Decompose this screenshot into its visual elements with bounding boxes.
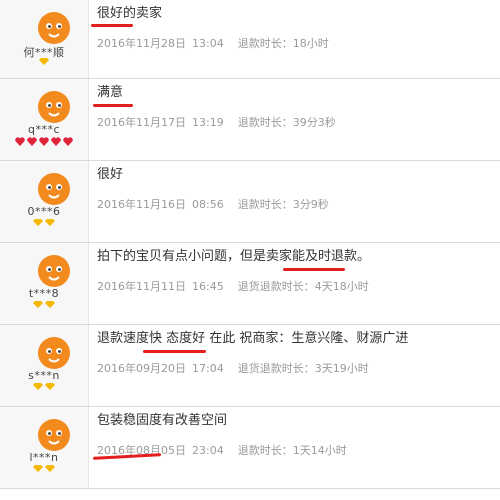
- review-meta: 2016年11月28日 13:04 退款时长：18小时: [97, 35, 500, 51]
- review-comment: 拍下的宝贝有点小问题，但是卖家能及时退款。: [97, 249, 371, 264]
- review-time: 23:04: [192, 444, 224, 457]
- review-content: 满意 2016年11月17日 13:19 退款时长：39分3秒: [97, 84, 500, 130]
- avatar-icon: [38, 91, 70, 123]
- highlight-underline: [93, 104, 133, 107]
- refund-duration: 1天14小时: [292, 444, 347, 457]
- highlight-underline: [283, 268, 345, 271]
- review-content: 很好 2016年11月16日 08:56 退款时长：3分9秒: [97, 166, 500, 212]
- review-date-text: 2016年11月28日: [97, 37, 186, 50]
- reviewer-name: s***n: [28, 369, 60, 382]
- review-item: s***n 退款速度快 态度好 在此 祝商家：生意兴隆、财源广进 2016年09…: [0, 325, 500, 407]
- refund-label: 退款时长：: [237, 116, 293, 129]
- refund-duration: 3分9秒: [292, 198, 329, 211]
- avatar-icon: [38, 337, 70, 369]
- reviewer-name: 0***6: [27, 205, 61, 218]
- red-heart-icon: [15, 137, 25, 146]
- refund-label: 退货退款时长：: [237, 362, 315, 375]
- refund-label: 退货退款时长：: [237, 280, 315, 293]
- reviewer-name: q***c: [27, 123, 61, 136]
- refund-label: 退款时长：: [237, 444, 293, 457]
- reviewer-badges: [0, 137, 88, 146]
- review-item: t***8 拍下的宝贝有点小问题，但是卖家能及时退款。 2016年11月11日 1…: [0, 243, 500, 325]
- review-meta: 2016年11月17日 13:19 退款时长：39分3秒: [97, 114, 500, 130]
- review-item: l***n 包装稳固度有改善空间 2016年08月05日 23:04 退款时长：1天…: [0, 407, 500, 489]
- review-meta: 2016年09月20日 17:04 退货退款时长：3天19小时: [97, 360, 500, 376]
- reviewer-badges: [0, 383, 88, 390]
- review-time: 13:19: [192, 116, 224, 129]
- review-date-text: 2016年11月17日: [97, 116, 186, 129]
- reviewer-name: l***n: [29, 451, 59, 464]
- reviewer-badges: [0, 465, 88, 472]
- review-date: 2016年11月17日 13:19: [97, 114, 224, 130]
- reviewer-panel: s***n: [0, 325, 89, 406]
- highlight-underline: [143, 350, 206, 353]
- yellow-diamond-icon: [33, 465, 43, 472]
- review-time: 13:04: [192, 37, 224, 50]
- review-meta: 2016年11月16日 08:56 退款时长：3分9秒: [97, 196, 500, 212]
- review-time: 17:04: [192, 362, 224, 375]
- reviewer-panel: 0***6: [0, 161, 89, 242]
- yellow-diamond-icon: [33, 383, 43, 390]
- yellow-diamond-icon: [45, 301, 55, 308]
- review-item: q***c 满意 2016年11月17日 13:19 退款时长：39分3秒: [0, 79, 500, 161]
- review-comment: 退款速度快 态度好 在此 祝商家：生意兴隆、财源广进: [97, 331, 409, 346]
- highlight-underline: [91, 24, 133, 27]
- review-date-text: 2016年11月16日: [97, 198, 186, 211]
- avatar-icon: [38, 255, 70, 287]
- review-meta: 2016年11月11日 16:45 退货退款时长：4天18小时: [97, 278, 500, 294]
- review-date: 2016年11月11日 16:45: [97, 278, 224, 294]
- refund-duration: 39分3秒: [292, 116, 336, 129]
- avatar-icon: [38, 173, 70, 205]
- avatar-icon: [38, 12, 70, 44]
- reviewer-panel: q***c: [0, 79, 89, 160]
- review-content: 很好的卖家 2016年11月28日 13:04 退款时长：18小时: [97, 5, 500, 51]
- review-comment: 满意: [97, 85, 124, 100]
- yellow-diamond-icon: [45, 383, 55, 390]
- reviewer-badges: [0, 58, 88, 65]
- reviewer-name: t***8: [28, 287, 60, 300]
- refund-label: 退款时长：: [237, 37, 293, 50]
- yellow-diamond-icon: [33, 301, 43, 308]
- avatar-icon: [38, 419, 70, 451]
- refund-label: 退款时长：: [237, 198, 293, 211]
- refund-duration: 18小时: [292, 37, 329, 50]
- red-heart-icon: [51, 137, 61, 146]
- review-content: 包装稳固度有改善空间 2016年08月05日 23:04 退款时长：1天14小时: [97, 412, 500, 458]
- review-time: 16:45: [192, 280, 224, 293]
- review-list: 何***顺 很好的卖家 2016年11月28日 13:04 退款时长：18小时 q*: [0, 0, 500, 500]
- reviewer-panel: 何***顺: [0, 0, 89, 78]
- yellow-diamond-icon: [33, 219, 43, 226]
- yellow-diamond-icon: [45, 465, 55, 472]
- review-content: 拍下的宝贝有点小问题，但是卖家能及时退款。 2016年11月11日 16:45 退货…: [97, 248, 500, 294]
- refund-duration: 4天18小时: [314, 280, 369, 293]
- yellow-diamond-icon: [45, 219, 55, 226]
- review-date-text: 2016年09月20日: [97, 362, 186, 375]
- review-date: 2016年11月28日 13:04: [97, 35, 224, 51]
- reviewer-panel: l***n: [0, 407, 89, 488]
- red-heart-icon: [39, 137, 49, 146]
- reviewer-panel: t***8: [0, 243, 89, 324]
- review-content: 退款速度快 态度好 在此 祝商家：生意兴隆、财源广进 2016年09月20日 17…: [97, 330, 500, 376]
- review-item: 0***6 很好 2016年11月16日 08:56 退款时长：3分9秒: [0, 161, 500, 243]
- review-time: 08:56: [192, 198, 224, 211]
- review-date-text: 2016年11月11日: [97, 280, 186, 293]
- review-item: 何***顺 很好的卖家 2016年11月28日 13:04 退款时长：18小时: [0, 0, 500, 79]
- reviewer-badges: [0, 301, 88, 308]
- review-comment: 很好: [97, 167, 124, 182]
- refund-duration: 3天19小时: [314, 362, 369, 375]
- review-date: 2016年11月16日 08:56: [97, 196, 224, 212]
- red-heart-icon: [27, 137, 37, 146]
- yellow-diamond-icon: [39, 58, 49, 65]
- review-comment: 很好的卖家: [97, 6, 163, 21]
- review-comment: 包装稳固度有改善空间: [97, 413, 228, 428]
- red-heart-icon: [63, 137, 73, 146]
- reviewer-badges: [0, 219, 88, 226]
- review-date: 2016年09月20日 17:04: [97, 360, 224, 376]
